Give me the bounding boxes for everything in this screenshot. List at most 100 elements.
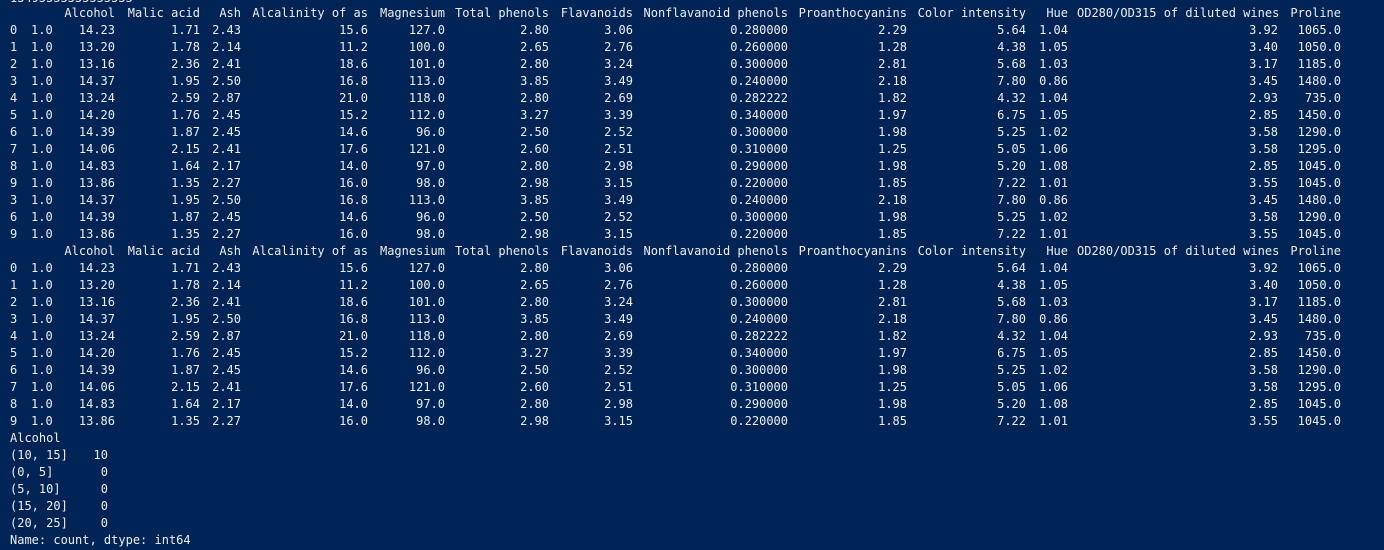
table-cell-1: 1.0 bbox=[31, 363, 53, 377]
table-cell-14: 735.0 bbox=[1304, 91, 1341, 105]
series-name: Alcohol bbox=[10, 431, 61, 445]
table-cell-13: 3.45 bbox=[1249, 312, 1278, 326]
table-cell-5: 18.6 bbox=[339, 295, 368, 309]
table-cell-11: 5.25 bbox=[997, 210, 1026, 224]
column-header-11: Color intensity bbox=[917, 6, 1026, 20]
table-cell-0: 8 bbox=[10, 397, 18, 411]
series-row: (10, 15] 10 bbox=[0, 447, 1384, 464]
table-cell-0: 5 bbox=[10, 346, 18, 360]
table-cell-11: 7.22 bbox=[997, 227, 1026, 241]
series-key: (5, 10] bbox=[10, 482, 61, 496]
table-cell-2: 14.06 bbox=[78, 380, 115, 394]
table-cell-6: 113.0 bbox=[408, 74, 445, 88]
table-cell-4: 2.27 bbox=[212, 414, 241, 428]
table-row: 8 1.0 14.83 1.64 2.17 14.0 97.0 2.80 2.98 0.29000… bbox=[0, 158, 1384, 175]
table-cell-2: 14.23 bbox=[78, 261, 115, 275]
table-cell-11: 4.32 bbox=[997, 329, 1026, 343]
table-cell-11: 5.05 bbox=[997, 380, 1026, 394]
table-cell-14: 1045.0 bbox=[1297, 397, 1341, 411]
table-cell-5: 16.8 bbox=[339, 193, 368, 207]
dataframe-output-2: Alcohol Malic acid Ash Alcalinity of as Magn… bbox=[0, 243, 1384, 430]
table-cell-0: 2 bbox=[10, 57, 18, 71]
table-cell-13: 3.17 bbox=[1249, 295, 1278, 309]
table-cell-13: 3.58 bbox=[1249, 363, 1278, 377]
column-header-8: Flavanoids bbox=[560, 244, 633, 258]
series-value: 10 bbox=[93, 448, 108, 462]
table-cell-4: 2.50 bbox=[212, 193, 241, 207]
table-cell-13: 3.55 bbox=[1249, 414, 1278, 428]
table-cell-14: 1045.0 bbox=[1297, 227, 1341, 241]
table-cell-4: 2.14 bbox=[212, 278, 241, 292]
table-cell-1: 1.0 bbox=[31, 23, 53, 37]
table-cell-4: 2.45 bbox=[212, 108, 241, 122]
table-cell-11: 5.05 bbox=[997, 142, 1026, 156]
series-value: 0 bbox=[100, 465, 108, 479]
table-cell-7: 2.98 bbox=[520, 227, 549, 241]
series-footer: Name: count, dtype: int64 bbox=[10, 533, 191, 547]
table-cell-0: 6 bbox=[10, 363, 18, 377]
table-cell-2: 14.83 bbox=[78, 159, 115, 173]
table-cell-1: 1.0 bbox=[31, 210, 53, 224]
table-cell-11: 6.75 bbox=[997, 108, 1026, 122]
table-cell-11: 7.80 bbox=[997, 74, 1026, 88]
table-cell-11: 7.80 bbox=[997, 193, 1026, 207]
table-cell-2: 14.37 bbox=[78, 193, 115, 207]
table-cell-5: 17.6 bbox=[339, 142, 368, 156]
table-cell-2: 14.23 bbox=[78, 23, 115, 37]
table-cell-12: 1.04 bbox=[1039, 91, 1068, 105]
table-cell-4: 2.45 bbox=[212, 346, 241, 360]
table-cell-3: 1.87 bbox=[171, 210, 200, 224]
table-cell-10: 1.28 bbox=[878, 40, 907, 54]
powershell-console[interactable]: 13495555555555555 AlcoholMalic acidAshAl… bbox=[0, 0, 1384, 550]
table-cell-12: 1.06 bbox=[1039, 142, 1068, 156]
table-cell-7: 3.85 bbox=[520, 74, 549, 88]
series-row: (20, 25] 0 bbox=[0, 515, 1384, 532]
table-cell-3: 2.15 bbox=[171, 380, 200, 394]
table-cell-12: 1.05 bbox=[1039, 40, 1068, 54]
table-cell-7: 2.80 bbox=[520, 57, 549, 71]
table-cell-11: 6.75 bbox=[997, 346, 1026, 360]
table-row: 6 1.0 14.39 1.87 2.45 14.6 96.0 2.50 2.52 0.30000… bbox=[0, 362, 1384, 379]
table-cell-5: 11.2 bbox=[339, 40, 368, 54]
table-cell-9: 0.220000 bbox=[730, 414, 788, 428]
series-row: (0, 5] 0 bbox=[0, 464, 1384, 481]
column-header-7: Total phenols bbox=[455, 244, 549, 258]
table-row: 9 1.0 13.86 1.35 2.27 16.0 98.0 2.98 3.15 0.22000… bbox=[0, 175, 1384, 192]
table-cell-12: 1.04 bbox=[1039, 261, 1068, 275]
table-cell-1: 1.0 bbox=[31, 142, 53, 156]
table-cell-14: 1290.0 bbox=[1297, 363, 1341, 377]
table-cell-9: 0.280000 bbox=[730, 261, 788, 275]
table-cell-14: 1295.0 bbox=[1297, 380, 1341, 394]
table-cell-14: 1185.0 bbox=[1297, 295, 1341, 309]
column-header-6: Magnesium bbox=[379, 244, 445, 258]
table-cell-7: 2.50 bbox=[520, 363, 549, 377]
table-cell-4: 2.41 bbox=[212, 57, 241, 71]
dataframe-output-1: Alcohol Malic acid Ash Alcalinity of as Magn… bbox=[0, 5, 1384, 243]
table-cell-5: 15.6 bbox=[339, 261, 368, 275]
table-cell-14: 1295.0 bbox=[1297, 142, 1341, 156]
table-cell-12: 1.04 bbox=[1039, 329, 1068, 343]
table-cell-7: 3.27 bbox=[520, 346, 549, 360]
table-cell-14: 1065.0 bbox=[1297, 23, 1341, 37]
table-cell-8: 3.24 bbox=[604, 57, 633, 71]
table-cell-10: 1.98 bbox=[878, 159, 907, 173]
table-cell-9: 0.260000 bbox=[730, 40, 788, 54]
table-cell-5: 14.6 bbox=[339, 363, 368, 377]
table-cell-13: 2.85 bbox=[1249, 346, 1278, 360]
table-cell-10: 1.98 bbox=[878, 363, 907, 377]
table-cell-9: 0.310000 bbox=[730, 142, 788, 156]
table-cell-13: 2.93 bbox=[1249, 329, 1278, 343]
column-header-3: Malic acid bbox=[127, 244, 200, 258]
table-cell-10: 1.25 bbox=[878, 142, 907, 156]
table-cell-2: 13.24 bbox=[78, 329, 115, 343]
table-cell-8: 3.15 bbox=[604, 227, 633, 241]
table-cell-3: 2.59 bbox=[171, 329, 200, 343]
table-cell-4: 2.41 bbox=[212, 380, 241, 394]
table-cell-7: 2.60 bbox=[520, 380, 549, 394]
table-cell-14: 1045.0 bbox=[1297, 176, 1341, 190]
table-cell-14: 1480.0 bbox=[1297, 193, 1341, 207]
table-cell-2: 14.83 bbox=[78, 397, 115, 411]
table-cell-8: 2.98 bbox=[604, 397, 633, 411]
column-header-12: Hue bbox=[1046, 244, 1068, 258]
table-cell-13: 3.58 bbox=[1249, 125, 1278, 139]
